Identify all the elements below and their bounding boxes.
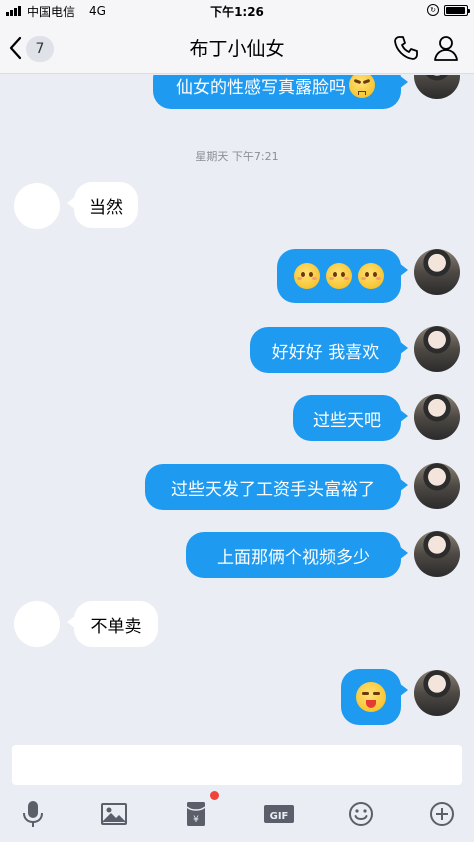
message-input[interactable]: [12, 745, 462, 785]
smile-face-emoji-icon: [358, 263, 384, 289]
image-icon[interactable]: [99, 799, 129, 829]
my-avatar[interactable]: [414, 75, 460, 99]
input-area: ¥ GIF: [0, 735, 474, 842]
tongue-face-emoji-icon: [356, 682, 386, 712]
message-bubble-outgoing[interactable]: 仙女的性感写真露脸吗: [153, 75, 408, 109]
carrier-label: 中国电信: [27, 4, 76, 19]
message-text: 仙女的性感写真露脸吗: [176, 77, 346, 98]
red-packet-icon[interactable]: ¥: [181, 799, 211, 829]
message-timestamp: 星期天 下午7:21: [195, 150, 279, 163]
chat-header: 7 布丁小仙女: [0, 22, 474, 74]
message-text: 过些天吧: [313, 410, 381, 431]
message-text: 上面那俩个视频多少: [217, 547, 370, 568]
status-left: 中国电信 4G: [0, 3, 106, 20]
emoji-icon[interactable]: [346, 799, 376, 829]
battery-level-fill: [446, 6, 465, 14]
plus-icon[interactable]: [427, 799, 457, 829]
svg-text:¥: ¥: [193, 815, 199, 825]
svg-text:GIF: GIF: [270, 811, 289, 822]
message-text: 不单卖: [90, 616, 142, 637]
smile-face-emoji-icon: [294, 263, 320, 289]
message-bubble-outgoing[interactable]: 好好好 我喜欢: [250, 327, 408, 373]
status-bar: 中国电信 4G 下午1:26 ↻: [0, 0, 474, 22]
unread-count-badge[interactable]: 7: [26, 36, 54, 62]
message-text: 当然: [89, 197, 123, 218]
message-text: 好好好 我喜欢: [271, 342, 380, 363]
signal-strength-icon: [6, 6, 21, 16]
message-bubble-outgoing[interactable]: 过些天吧: [293, 395, 408, 441]
microphone-icon[interactable]: [18, 799, 48, 829]
network-type-label: 4G: [89, 4, 106, 18]
battery-icon: [444, 4, 470, 16]
my-avatar[interactable]: [414, 670, 460, 716]
message-bubble-incoming[interactable]: 不单卖: [67, 601, 158, 647]
message-bubble-outgoing[interactable]: [277, 249, 408, 303]
my-avatar[interactable]: [414, 326, 460, 372]
contact-avatar[interactable]: [14, 601, 60, 647]
message-bubble-outgoing[interactable]: 过些天发了工资手头富裕了: [145, 464, 408, 510]
rotation-lock-icon: ↻: [427, 4, 439, 16]
message-bubble-outgoing[interactable]: 上面那俩个视频多少: [186, 532, 408, 578]
my-avatar[interactable]: [414, 249, 460, 295]
profile-icon[interactable]: [432, 34, 460, 62]
message-bubble-incoming[interactable]: 当然: [67, 182, 138, 228]
chevron-left-icon[interactable]: [6, 34, 26, 62]
gif-icon[interactable]: GIF: [262, 799, 296, 829]
my-avatar[interactable]: [414, 531, 460, 577]
message-list[interactable]: 仙女的性感写真露脸吗 星期天 下午7:21 当然 好好好 我喜欢 过些天吧 过些…: [0, 75, 474, 735]
smile-face-emoji-icon: [326, 263, 352, 289]
input-toolbar: ¥ GIF: [0, 795, 474, 835]
status-right: ↻: [427, 4, 470, 16]
phone-icon[interactable]: [392, 34, 420, 62]
notification-dot: [210, 791, 219, 800]
sad-face-emoji-icon: [349, 75, 375, 98]
message-bubble-outgoing[interactable]: [341, 669, 408, 725]
my-avatar[interactable]: [414, 394, 460, 440]
contact-avatar[interactable]: [14, 183, 60, 229]
message-text: 过些天发了工资手头富裕了: [171, 479, 375, 500]
my-avatar[interactable]: [414, 463, 460, 509]
